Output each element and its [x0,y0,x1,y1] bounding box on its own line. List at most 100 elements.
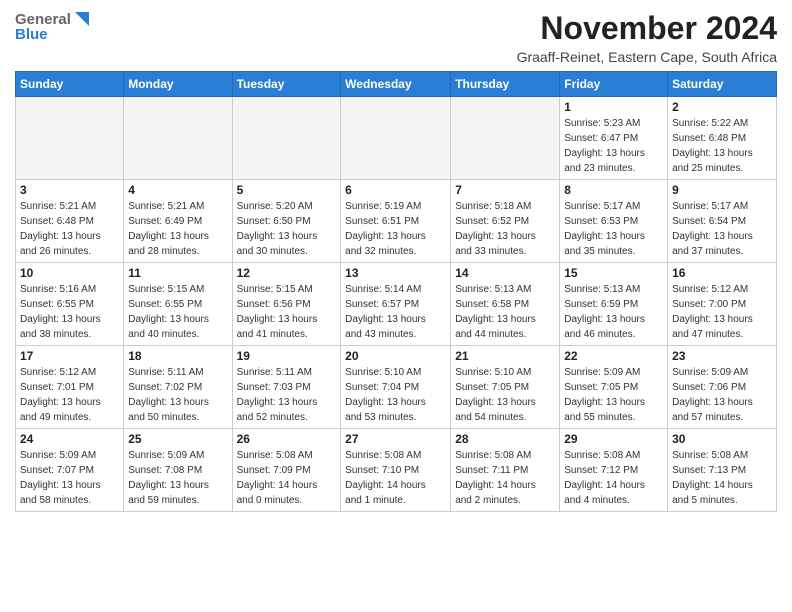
calendar-cell: 29Sunrise: 5:08 AM Sunset: 7:12 PM Dayli… [560,429,668,512]
day-info: Sunrise: 5:11 AM Sunset: 7:03 PM Dayligh… [237,365,337,425]
calendar-cell: 10 Sunrise: 5:16 AM Sunset: 6:55 PM Dayli… [16,263,124,346]
day-number: 25 [128,432,227,446]
day-number: 9 [672,183,772,197]
calendar-cell: 6 Sunrise: 5:19 AM Sunset: 6:51 PM Daylig… [341,180,451,263]
calendar-cell: 21Sunrise: 5:10 AM Sunset: 7:05 PM Dayli… [451,346,560,429]
title-block: November 2024 Graaff-Reinet, Eastern Cap… [517,10,777,65]
day-info: Sunrise: 5:21 AM Sunset: 6:49 PM Dayligh… [128,199,227,259]
day-info: Sunrise: 5:17 AM Sunset: 6:54 PM Dayligh… [672,199,772,259]
calendar-cell: 4 Sunrise: 5:21 AM Sunset: 6:49 PM Daylig… [124,180,232,263]
calendar-week-5: 24 Sunrise: 5:09 AM Sunset: 7:07 PM Dayli… [16,429,777,512]
logo-general: General [15,11,71,28]
day-number: 1 [564,100,663,114]
day-info: Sunrise: 5:14 AM Sunset: 6:57 PM Dayligh… [345,282,446,342]
day-info: Sunrise: 5:12 AM Sunset: 7:00 PM Dayligh… [672,282,772,342]
calendar-cell: 5 Sunrise: 5:20 AM Sunset: 6:50 PM Daylig… [232,180,341,263]
calendar-week-4: 17 Sunrise: 5:12 AM Sunset: 7:01 PM Dayli… [16,346,777,429]
weekday-header-thursday: Thursday [451,72,560,97]
day-info: Sunrise: 5:18 AM Sunset: 6:52 PM Dayligh… [455,199,555,259]
day-info: Sunrise: 5:08 AM Sunset: 7:11 PM Dayligh… [455,448,555,508]
weekday-header-monday: Monday [124,72,232,97]
calendar-cell: 30 Sunrise: 5:08 AM Sunset: 7:13 PM Dayli… [668,429,777,512]
day-number: 6 [345,183,446,197]
calendar-cell [341,97,451,180]
calendar-cell [232,97,341,180]
calendar-cell [451,97,560,180]
day-info: Sunrise: 5:22 AM Sunset: 6:48 PM Dayligh… [672,116,772,176]
day-number: 4 [128,183,227,197]
day-number: 22 [564,349,663,363]
day-number: 14 [455,266,555,280]
logo: General Blue [15,10,91,43]
weekday-header-saturday: Saturday [668,72,777,97]
day-info: Sunrise: 5:08 AM Sunset: 7:10 PM Dayligh… [345,448,446,508]
calendar-week-2: 3Sunrise: 5:21 AM Sunset: 6:48 PM Daylig… [16,180,777,263]
day-info: Sunrise: 5:09 AM Sunset: 7:06 PM Dayligh… [672,365,772,425]
day-info: Sunrise: 5:15 AM Sunset: 6:55 PM Dayligh… [128,282,227,342]
day-number: 10 [20,266,119,280]
day-info: Sunrise: 5:23 AM Sunset: 6:47 PM Dayligh… [564,116,663,176]
day-number: 16 [672,266,772,280]
day-info: Sunrise: 5:09 AM Sunset: 7:08 PM Dayligh… [128,448,227,508]
calendar-cell: 28 Sunrise: 5:08 AM Sunset: 7:11 PM Dayli… [451,429,560,512]
day-number: 7 [455,183,555,197]
calendar-cell: 18 Sunrise: 5:11 AM Sunset: 7:02 PM Dayli… [124,346,232,429]
calendar-cell: 9 Sunrise: 5:17 AM Sunset: 6:54 PM Daylig… [668,180,777,263]
day-info: Sunrise: 5:16 AM Sunset: 6:55 PM Dayligh… [20,282,119,342]
weekday-header-wednesday: Wednesday [341,72,451,97]
day-info: Sunrise: 5:09 AM Sunset: 7:05 PM Dayligh… [564,365,663,425]
calendar-cell [16,97,124,180]
calendar-cell: 24 Sunrise: 5:09 AM Sunset: 7:07 PM Dayli… [16,429,124,512]
day-number: 27 [345,432,446,446]
calendar-cell [124,97,232,180]
calendar-header-row: SundayMondayTuesdayWednesdayThursdayFrid… [16,72,777,97]
calendar: SundayMondayTuesdayWednesdayThursdayFrid… [15,71,777,512]
location: Graaff-Reinet, Eastern Cape, South Afric… [517,49,777,65]
day-info: Sunrise: 5:13 AM Sunset: 6:59 PM Dayligh… [564,282,663,342]
logo-triangle-icon [73,10,91,28]
weekday-header-sunday: Sunday [16,72,124,97]
day-info: Sunrise: 5:20 AM Sunset: 6:50 PM Dayligh… [237,199,337,259]
day-info: Sunrise: 5:09 AM Sunset: 7:07 PM Dayligh… [20,448,119,508]
day-number: 8 [564,183,663,197]
day-info: Sunrise: 5:19 AM Sunset: 6:51 PM Dayligh… [345,199,446,259]
day-info: Sunrise: 5:10 AM Sunset: 7:04 PM Dayligh… [345,365,446,425]
day-info: Sunrise: 5:11 AM Sunset: 7:02 PM Dayligh… [128,365,227,425]
calendar-cell: 23 Sunrise: 5:09 AM Sunset: 7:06 PM Dayli… [668,346,777,429]
day-number: 23 [672,349,772,363]
calendar-cell: 3Sunrise: 5:21 AM Sunset: 6:48 PM Daylig… [16,180,124,263]
day-info: Sunrise: 5:08 AM Sunset: 7:13 PM Dayligh… [672,448,772,508]
day-number: 20 [345,349,446,363]
calendar-cell: 8 Sunrise: 5:17 AM Sunset: 6:53 PM Daylig… [560,180,668,263]
calendar-week-3: 10 Sunrise: 5:16 AM Sunset: 6:55 PM Dayli… [16,263,777,346]
calendar-cell: 16 Sunrise: 5:12 AM Sunset: 7:00 PM Dayli… [668,263,777,346]
day-number: 28 [455,432,555,446]
calendar-cell: 12Sunrise: 5:15 AM Sunset: 6:56 PM Dayli… [232,263,341,346]
header: General Blue November 2024 Graaff-Reinet… [15,10,777,65]
day-info: Sunrise: 5:13 AM Sunset: 6:58 PM Dayligh… [455,282,555,342]
calendar-cell: 26Sunrise: 5:08 AM Sunset: 7:09 PM Dayli… [232,429,341,512]
day-number: 5 [237,183,337,197]
day-number: 13 [345,266,446,280]
logo-blue: Blue [15,26,91,43]
calendar-cell: 22 Sunrise: 5:09 AM Sunset: 7:05 PM Dayli… [560,346,668,429]
calendar-cell: 14 Sunrise: 5:13 AM Sunset: 6:58 PM Dayli… [451,263,560,346]
calendar-cell: 27 Sunrise: 5:08 AM Sunset: 7:10 PM Dayli… [341,429,451,512]
day-number: 21 [455,349,555,363]
calendar-cell: 20 Sunrise: 5:10 AM Sunset: 7:04 PM Dayli… [341,346,451,429]
day-info: Sunrise: 5:17 AM Sunset: 6:53 PM Dayligh… [564,199,663,259]
calendar-week-1: 1 Sunrise: 5:23 AM Sunset: 6:47 PM Daylig… [16,97,777,180]
calendar-cell: 2 Sunrise: 5:22 AM Sunset: 6:48 PM Daylig… [668,97,777,180]
day-number: 11 [128,266,227,280]
day-number: 18 [128,349,227,363]
day-number: 15 [564,266,663,280]
day-info: Sunrise: 5:12 AM Sunset: 7:01 PM Dayligh… [20,365,119,425]
day-number: 2 [672,100,772,114]
day-number: 17 [20,349,119,363]
calendar-cell: 7 Sunrise: 5:18 AM Sunset: 6:52 PM Daylig… [451,180,560,263]
day-info: Sunrise: 5:08 AM Sunset: 7:12 PM Dayligh… [564,448,663,508]
day-number: 24 [20,432,119,446]
day-number: 30 [672,432,772,446]
day-number: 3 [20,183,119,197]
day-info: Sunrise: 5:15 AM Sunset: 6:56 PM Dayligh… [237,282,337,342]
